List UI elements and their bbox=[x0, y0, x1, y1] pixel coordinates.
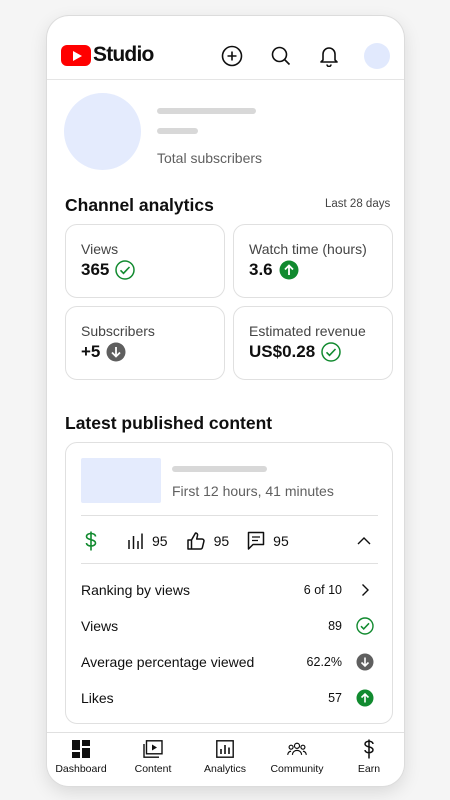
card-label: Views bbox=[81, 241, 119, 257]
metric-label: Likes bbox=[81, 690, 114, 706]
analytics-card-subscribers[interactable]: Subscribers +5 bbox=[65, 306, 225, 380]
metric-value: 57 bbox=[328, 691, 342, 705]
views-count: 95 bbox=[152, 533, 168, 549]
trend-up-icon bbox=[356, 689, 374, 707]
channel-analytics-title: Channel analytics bbox=[65, 195, 214, 215]
nav-label: Dashboard bbox=[55, 763, 107, 775]
bottom-navigation: Dashboard Content Analytics Community Ea… bbox=[47, 732, 404, 786]
card-label: Watch time (hours) bbox=[249, 241, 367, 257]
check-circle-icon bbox=[321, 342, 341, 362]
metric-label: Ranking by views bbox=[81, 582, 190, 598]
trend-down-icon bbox=[106, 342, 126, 362]
nav-label: Earn bbox=[357, 763, 381, 775]
views-stat: 95 bbox=[126, 532, 168, 550]
nav-item-earn[interactable]: Earn bbox=[333, 733, 404, 786]
youtube-play-icon bbox=[61, 44, 91, 66]
channel-avatar bbox=[64, 93, 141, 170]
check-circle-icon bbox=[115, 260, 136, 280]
phone-frame: Studio Total subscribers Channel analyti… bbox=[47, 16, 404, 786]
total-subscribers-label: Total subscribers bbox=[157, 150, 263, 166]
divider bbox=[81, 515, 378, 516]
nav-item-community[interactable]: Community bbox=[261, 733, 333, 786]
dashboard-icon bbox=[71, 739, 91, 759]
metric-row-ranking[interactable]: Ranking by views 6 of 10 bbox=[81, 580, 378, 600]
nav-label: Content bbox=[134, 763, 172, 775]
likes-stat: 95 bbox=[186, 531, 230, 551]
comments-count: 95 bbox=[273, 533, 289, 549]
app-header: Studio bbox=[47, 16, 404, 80]
divider bbox=[81, 563, 378, 564]
check-circle-icon bbox=[356, 617, 374, 635]
trend-up-icon bbox=[279, 260, 299, 280]
card-value: 3.6 bbox=[249, 260, 273, 279]
youtube-studio-logo[interactable]: Studio bbox=[61, 43, 154, 67]
notifications-icon[interactable] bbox=[317, 44, 341, 68]
video-title-placeholder bbox=[172, 466, 267, 472]
comments-stat: 95 bbox=[247, 531, 289, 551]
revenue-stat bbox=[83, 530, 99, 552]
likes-count: 95 bbox=[213, 533, 230, 549]
latest-content-title: Latest published content bbox=[65, 413, 273, 433]
collapse-chevron-up-icon[interactable] bbox=[356, 533, 372, 554]
chevron-right-icon[interactable] bbox=[356, 581, 374, 599]
content-icon bbox=[143, 739, 163, 759]
analytics-card-views[interactable]: Views 365 bbox=[65, 224, 225, 298]
metric-value: 89 bbox=[328, 619, 342, 633]
metric-row-avg-percentage: Average percentage viewed 62.2% bbox=[81, 652, 378, 672]
video-stats-row: 95 95 95 bbox=[81, 529, 378, 553]
create-icon[interactable] bbox=[220, 44, 244, 68]
dollar-icon bbox=[85, 531, 97, 551]
community-icon bbox=[287, 739, 307, 759]
card-value: +5 bbox=[81, 342, 101, 361]
analytics-card-watch-time[interactable]: Watch time (hours) 3.6 bbox=[233, 224, 393, 298]
card-value: US$0.28 bbox=[249, 342, 316, 361]
metric-value: 6 of 10 bbox=[303, 583, 342, 597]
account-avatar[interactable] bbox=[364, 43, 390, 69]
metric-label: Average percentage viewed bbox=[81, 654, 255, 670]
latest-content-card: First 12 hours, 41 minutes 95 95 95 Rank… bbox=[65, 442, 393, 724]
video-thumbnail[interactable] bbox=[81, 458, 161, 503]
dollar-icon bbox=[359, 739, 379, 759]
metric-label: Views bbox=[81, 618, 119, 634]
app-name: Studio bbox=[93, 43, 154, 66]
nav-item-dashboard[interactable]: Dashboard bbox=[47, 733, 117, 786]
nav-label: Community bbox=[270, 763, 324, 775]
nav-item-analytics[interactable]: Analytics bbox=[189, 733, 261, 786]
channel-name-placeholder bbox=[157, 108, 256, 114]
metric-row-views: Views 89 bbox=[81, 616, 378, 636]
video-duration-label: First 12 hours, 41 minutes bbox=[172, 483, 334, 499]
subscriber-count-placeholder bbox=[157, 128, 198, 134]
card-label: Subscribers bbox=[81, 323, 155, 339]
comments-icon bbox=[247, 531, 265, 550]
search-icon[interactable] bbox=[269, 44, 293, 68]
analytics-card-revenue[interactable]: Estimated revenue US$0.28 bbox=[233, 306, 393, 380]
nav-item-content[interactable]: Content bbox=[117, 733, 189, 786]
analytics-icon bbox=[215, 739, 235, 759]
views-bars-icon bbox=[128, 533, 143, 549]
card-label: Estimated revenue bbox=[249, 323, 366, 339]
nav-label: Analytics bbox=[203, 763, 246, 775]
analytics-period: Last 28 days bbox=[325, 198, 391, 210]
trend-down-icon bbox=[356, 653, 374, 671]
card-value: 365 bbox=[81, 260, 110, 279]
thumbs-up-icon bbox=[186, 532, 205, 550]
metric-value: 62.2% bbox=[306, 655, 342, 669]
metric-row-likes: Likes 57 bbox=[81, 688, 378, 708]
